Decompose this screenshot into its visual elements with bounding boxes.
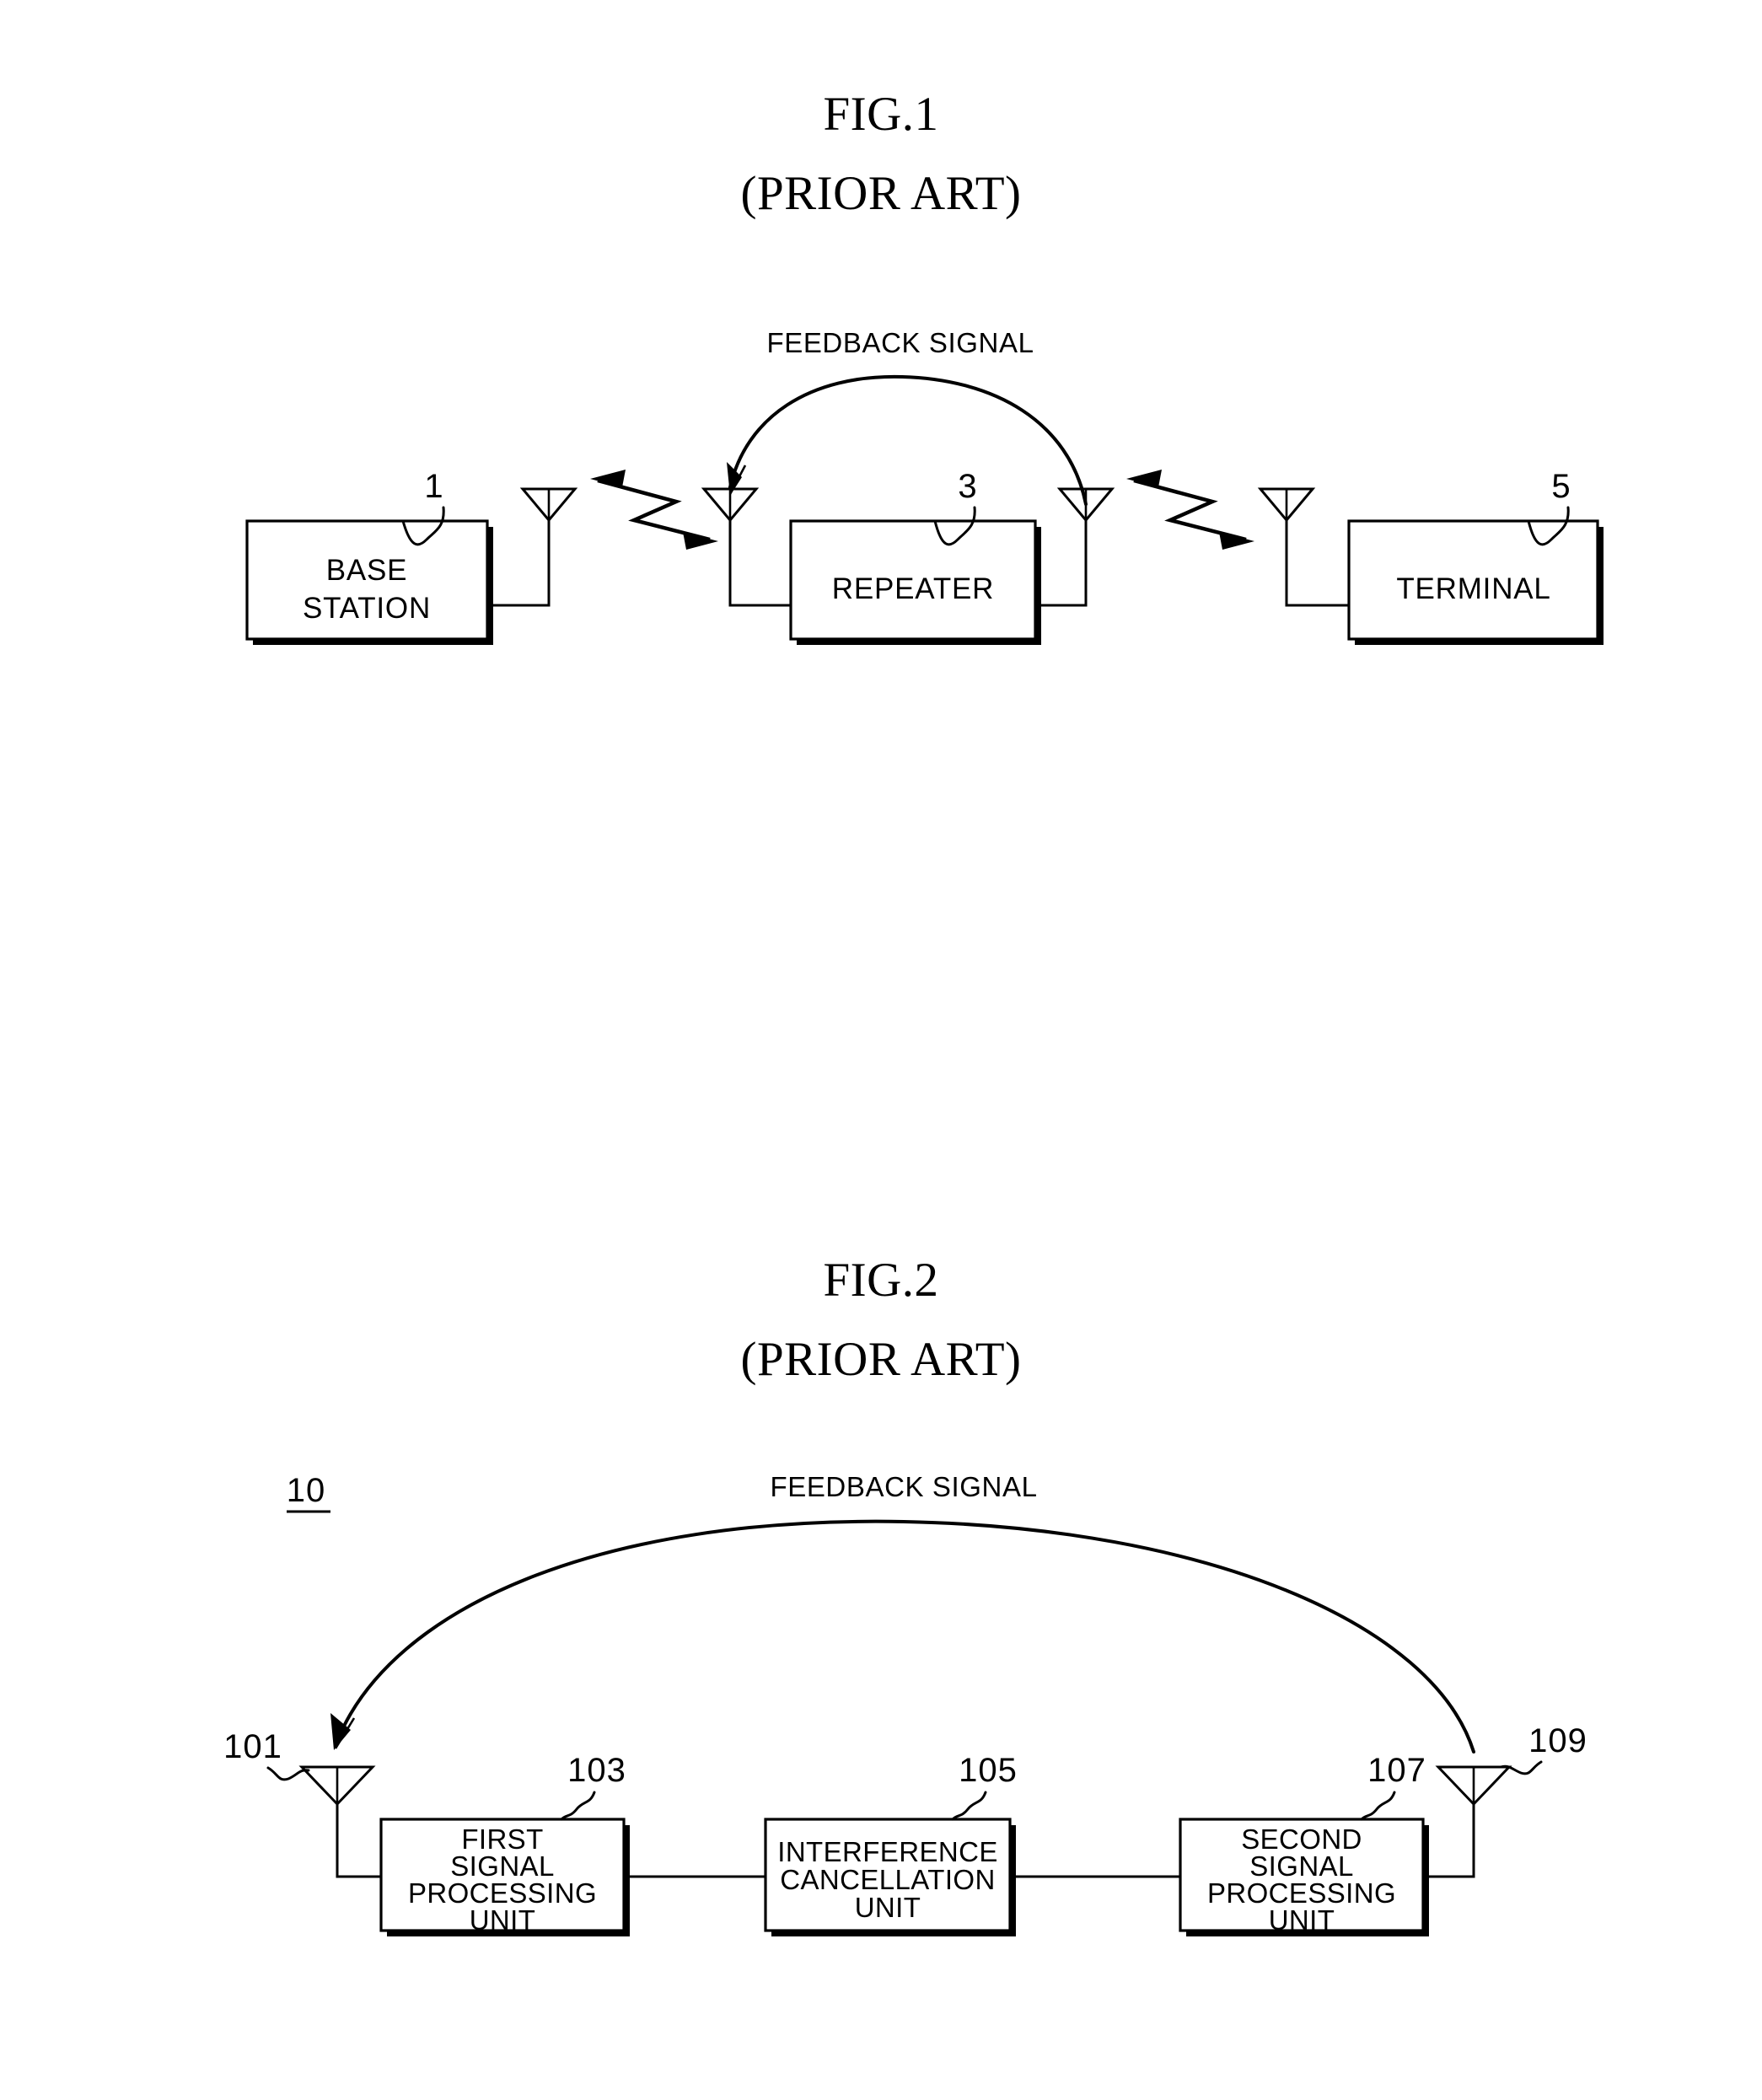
fig2-output-antenna-numeral: 109 [1528,1722,1587,1759]
fig2-input-antenna-numeral: 101 [223,1728,282,1765]
fig2-output-antenna-icon: 109 [1421,1722,1587,1878]
fig2-system-numeral-group: 10 [287,1472,330,1513]
fig2-second-signal-processing-unit-group: SECOND SIGNAL PROCESSING UNIT 107 [1179,1752,1429,1936]
fig2-fspu-line4: UNIT [470,1904,536,1936]
fig2-system-numeral: 10 [287,1472,326,1509]
fig2-icu-line1: INTERFERENCE [777,1836,998,1867]
fig2-input-antenna-icon: 101 [223,1728,383,1878]
fig2-icu-numeral: 105 [959,1752,1018,1789]
fig2-interference-cancellation-unit-group: INTERFERENCE CANCELLATION UNIT 105 [764,1752,1018,1936]
fig2-feedback-signal-label: FEEDBACK SIGNAL [770,1471,1037,1502]
patent-drawing-sheet: FIG.1 (PRIOR ART) FEEDBACK SIGNAL BASE S… [0,0,1762,2100]
fig2-sspu-line4: UNIT [1269,1904,1335,1936]
fig2-diagram: 10 FEEDBACK SIGNAL 101 FIRST SIGNAL PROC… [223,1471,1587,1936]
fig2-icu-line3: UNIT [855,1892,921,1923]
fig2-first-signal-processing-unit-group: FIRST SIGNAL PROCESSING UNIT 103 [379,1752,630,1936]
fig2-icu-line2: CANCELLATION [780,1864,995,1895]
fig2-sspu-numeral: 107 [1367,1752,1426,1789]
fig2-feedback-arc [330,1519,1475,1754]
fig2-fspu-numeral: 103 [567,1752,626,1789]
